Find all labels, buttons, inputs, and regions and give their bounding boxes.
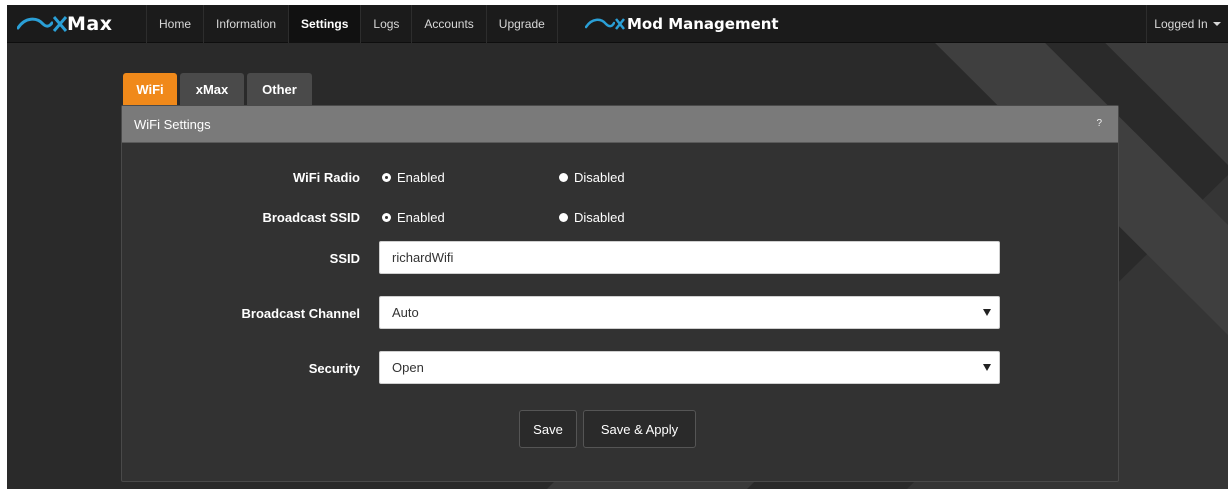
panel-title: WiFi Settings bbox=[134, 116, 211, 132]
wifi-radio-disabled[interactable]: Disabled bbox=[559, 170, 625, 185]
dropdown-arrow-icon bbox=[983, 309, 991, 316]
dropdown-arrow-icon bbox=[983, 364, 991, 371]
nav-upgrade[interactable]: Upgrade bbox=[485, 5, 558, 43]
mod-x-icon bbox=[615, 18, 625, 30]
wifi-radio-label: WiFi Radio bbox=[292, 170, 360, 185]
radio-unchecked-icon bbox=[559, 173, 568, 182]
broadcast-channel-value: Auto bbox=[392, 305, 419, 320]
radio-checked-icon bbox=[382, 213, 391, 222]
mod-management-title: Mod Management bbox=[627, 15, 779, 33]
mod-management-logo: Mod Management bbox=[585, 5, 779, 43]
brand-swoosh-icon bbox=[17, 17, 53, 30]
security-label: Security bbox=[308, 361, 360, 376]
top-navbar: Max Home Information Settings Logs Accou… bbox=[7, 5, 1228, 43]
user-menu-label: Logged In bbox=[1154, 17, 1208, 31]
broadcast-ssid-enabled-label: Enabled bbox=[397, 210, 445, 225]
nav-accounts[interactable]: Accounts bbox=[411, 5, 485, 43]
actions-row: Save Save & Apply bbox=[122, 410, 1120, 450]
tab-other[interactable]: Other bbox=[247, 73, 312, 106]
nav-home[interactable]: Home bbox=[146, 5, 203, 43]
wifi-settings-panel: WiFi Settings ? WiFi Radio Enabled Disab… bbox=[121, 105, 1119, 482]
help-icon[interactable]: ? bbox=[1096, 118, 1102, 129]
security-row: Security Open bbox=[122, 351, 1120, 384]
radio-unchecked-icon bbox=[559, 213, 568, 222]
wifi-radio-enabled[interactable]: Enabled bbox=[382, 170, 445, 185]
security-value: Open bbox=[392, 360, 424, 375]
ssid-label: SSID bbox=[329, 251, 360, 266]
caret-down-icon bbox=[1212, 22, 1221, 26]
broadcast-ssid-label: Broadcast SSID bbox=[262, 210, 360, 225]
tab-wifi[interactable]: WiFi bbox=[123, 73, 177, 106]
broadcast-channel-select[interactable]: Auto bbox=[379, 296, 1000, 329]
ssid-row: SSID richardWifi bbox=[122, 241, 1120, 274]
broadcast-channel-label: Broadcast Channel bbox=[241, 306, 360, 321]
broadcast-ssid-enabled[interactable]: Enabled bbox=[382, 210, 445, 225]
save-button[interactable]: Save bbox=[519, 410, 577, 448]
broadcast-ssid-row: Broadcast SSID Enabled Disabled bbox=[122, 208, 1120, 228]
wifi-radio-row: WiFi Radio Enabled Disabled bbox=[122, 168, 1120, 188]
settings-tabs: WiFi xMax Other bbox=[123, 73, 315, 106]
wifi-radio-disabled-label: Disabled bbox=[574, 170, 625, 185]
radio-checked-icon bbox=[382, 173, 391, 182]
brand-name: Max bbox=[67, 13, 113, 35]
user-menu[interactable]: Logged In bbox=[1146, 5, 1228, 43]
save-apply-button[interactable]: Save & Apply bbox=[583, 410, 696, 448]
panel-header: WiFi Settings ? bbox=[122, 106, 1118, 143]
brand-logo[interactable]: Max bbox=[7, 5, 141, 43]
brand-x-icon bbox=[53, 16, 67, 32]
ssid-input[interactable]: richardWifi bbox=[379, 241, 1000, 274]
nav-information[interactable]: Information bbox=[203, 5, 288, 43]
broadcast-ssid-disabled-label: Disabled bbox=[574, 210, 625, 225]
mod-swoosh-icon bbox=[585, 18, 615, 29]
broadcast-channel-row: Broadcast Channel Auto bbox=[122, 296, 1120, 329]
main-nav: Home Information Settings Logs Accounts … bbox=[146, 5, 558, 43]
app-frame: Max Home Information Settings Logs Accou… bbox=[7, 5, 1228, 489]
nav-settings[interactable]: Settings bbox=[288, 5, 361, 43]
broadcast-ssid-disabled[interactable]: Disabled bbox=[559, 210, 625, 225]
nav-logs[interactable]: Logs bbox=[360, 5, 411, 43]
wifi-radio-enabled-label: Enabled bbox=[397, 170, 445, 185]
tab-xmax[interactable]: xMax bbox=[180, 73, 244, 106]
security-select[interactable]: Open bbox=[379, 351, 1000, 384]
